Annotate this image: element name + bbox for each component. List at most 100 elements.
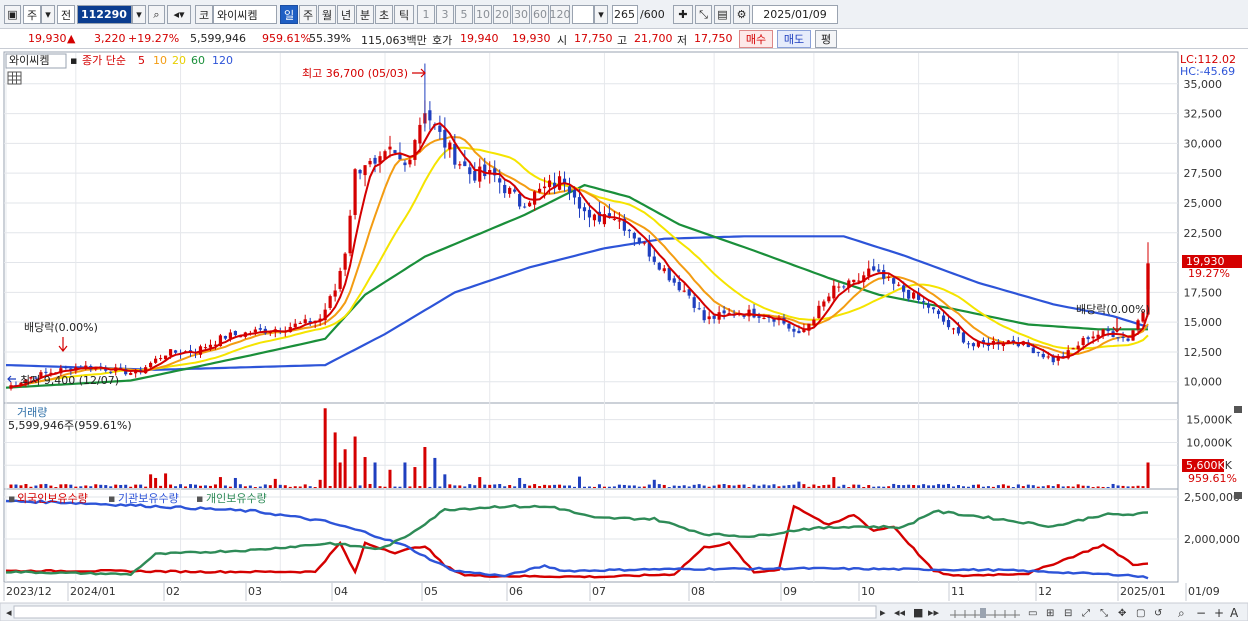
window-icon[interactable]: ▣ <box>4 5 21 24</box>
holding-panel-close-icon[interactable] <box>1234 492 1242 499</box>
volume-bar <box>223 485 227 488</box>
chevron-down-icon[interactable]: ▾ <box>132 5 146 24</box>
volume-bar <box>179 484 183 488</box>
stop-icon[interactable]: ■ <box>913 606 923 619</box>
candle-body <box>842 286 846 288</box>
draw-icon[interactable]: ⤡ <box>695 5 712 24</box>
period-minute[interactable]: 분 <box>356 5 374 24</box>
prev-label[interactable]: 전 <box>57 5 75 24</box>
eval-button[interactable]: 평 <box>815 30 837 48</box>
volume-bar <box>1096 486 1100 488</box>
volume-bar <box>139 484 143 488</box>
reset-icon[interactable]: ↺ <box>1154 608 1162 619</box>
quote-bar: 19,930 ▲ 3,220 +19.27% 5,599,946 959.61%… <box>0 29 1248 49</box>
rewind-icon[interactable]: ◂◂ <box>894 606 906 619</box>
date-input[interactable]: 2025/01/09 <box>752 5 838 24</box>
zoom-slider-handle[interactable] <box>980 608 986 618</box>
volume-bar <box>687 486 691 488</box>
legend-ma120: 120 <box>212 54 233 67</box>
zoom-in-icon[interactable]: ⊞ <box>1046 608 1054 619</box>
chevron-down-icon[interactable]: ▾ <box>41 5 55 24</box>
code-input[interactable]: 112290 <box>77 5 132 24</box>
compare-icon[interactable]: ▭ <box>1028 608 1037 619</box>
interval-20[interactable]: 20 <box>493 5 511 24</box>
candle-body <box>752 308 756 318</box>
count-input[interactable]: 265 <box>612 5 638 24</box>
high-label: 고 <box>617 34 628 47</box>
price-tick-label: 32,500 <box>1184 108 1223 121</box>
scrollbar-track[interactable] <box>13 605 877 619</box>
interval-10[interactable]: 10 <box>474 5 492 24</box>
volume-panel-close-icon[interactable] <box>1234 406 1242 413</box>
volume-bar <box>1056 484 1060 488</box>
buy-button[interactable]: 매수 <box>739 30 773 48</box>
volume-bar <box>1061 486 1065 488</box>
candle-body <box>328 296 332 308</box>
candle-body <box>827 296 831 302</box>
font-size-icon[interactable]: A <box>1230 606 1239 620</box>
volume-bar <box>568 485 572 488</box>
magnify-icon[interactable]: ⌕ <box>1178 606 1185 620</box>
save-icon[interactable]: ▤ <box>714 5 731 24</box>
interval-30[interactable]: 30 <box>512 5 530 24</box>
interval-60[interactable]: 60 <box>531 5 549 24</box>
scroll-left-icon[interactable]: ◂ <box>6 606 12 619</box>
candle-body <box>1106 329 1110 332</box>
chart-toolbar: ▣ 주 ▾ 전 112290 ▾ ⌕ ◂▾ 코 와이씨켐 일 주 월 년 분 초… <box>0 0 1248 29</box>
resize-icon[interactable]: ⤢ <box>1082 608 1090 619</box>
period-tick[interactable]: 틱 <box>394 5 414 24</box>
period-icon[interactable]: ▢ <box>1136 608 1145 619</box>
zoom-out-icon[interactable]: ⊟ <box>1064 608 1072 619</box>
stock-chart[interactable]: 10,00012,50015,00017,50020,00022,50025,0… <box>0 50 1248 621</box>
volume-bar <box>49 485 53 488</box>
volume-bar <box>712 485 716 488</box>
period-month[interactable]: 월 <box>318 5 336 24</box>
volume-bar <box>243 486 247 488</box>
volume-bar <box>627 485 631 488</box>
volume-bar <box>592 486 596 488</box>
interval-3[interactable]: 3 <box>436 5 454 24</box>
market-select[interactable]: 주 <box>23 5 41 24</box>
volume-bar <box>518 477 522 488</box>
volume-bar <box>1006 485 1010 488</box>
kind-label[interactable]: 코 <box>195 5 213 24</box>
volume-bar <box>727 485 731 488</box>
period-year[interactable]: 년 <box>337 5 355 24</box>
candle-body <box>448 142 452 150</box>
move-icon[interactable]: ✥ <box>1118 608 1126 619</box>
plus-icon[interactable]: + <box>1214 606 1224 620</box>
scroll-right-icon[interactable]: ▸ <box>880 606 886 619</box>
grid-toggle-icon[interactable] <box>7 71 22 85</box>
interval-5[interactable]: 5 <box>455 5 473 24</box>
chevron-down-icon[interactable]: ▾ <box>594 5 608 24</box>
period-day[interactable]: 일 <box>280 5 298 24</box>
interval-input[interactable] <box>572 5 594 24</box>
price-tick-label: 25,000 <box>1184 197 1223 210</box>
candle-body <box>887 276 891 278</box>
candle-body <box>1036 351 1040 354</box>
crosshair-icon[interactable]: ✚ <box>673 5 693 24</box>
period-second[interactable]: 초 <box>375 5 393 24</box>
stock-name[interactable]: 와이씨켐 <box>213 5 277 24</box>
gear-icon[interactable]: ⚙ <box>733 5 750 24</box>
interval-1[interactable]: 1 <box>417 5 435 24</box>
volume-bar <box>847 487 851 488</box>
legend-inst: 기관보유수량 <box>118 492 179 505</box>
candle-body <box>931 307 936 310</box>
candle-body <box>428 110 432 121</box>
interval-120[interactable]: 120 <box>550 5 571 24</box>
speaker-icon[interactable]: ◂▾ <box>167 5 191 24</box>
volume-bar <box>887 486 891 488</box>
volume-bar <box>228 486 232 488</box>
fit-icon[interactable]: ⤡ <box>1100 608 1108 619</box>
volume-bar <box>293 486 297 488</box>
sell-button[interactable]: 매도 <box>777 30 811 48</box>
volume-bar <box>159 485 163 488</box>
volume-bar <box>1106 486 1110 488</box>
forward-icon[interactable]: ▸▸ <box>928 606 940 619</box>
period-week[interactable]: 주 <box>299 5 317 24</box>
volume-title: 거래량 <box>17 406 47 419</box>
search-icon[interactable]: ⌕ <box>148 5 165 24</box>
volume-bar <box>468 484 472 488</box>
minus-icon[interactable]: − <box>1196 606 1206 620</box>
